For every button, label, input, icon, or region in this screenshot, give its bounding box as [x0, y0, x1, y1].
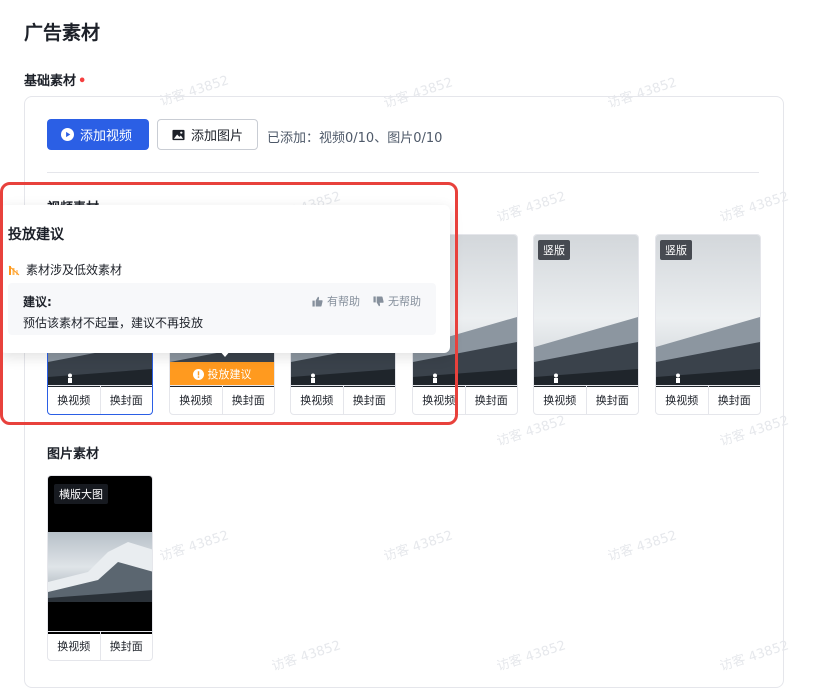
card-actions: 换视频 换封面 — [534, 385, 638, 414]
image-icon — [172, 129, 185, 140]
required-mark: • — [78, 74, 87, 89]
add-video-label: 添加视频 — [80, 129, 133, 144]
video-card[interactable]: 竖版 换视频 换封面 — [655, 234, 761, 415]
video-thumbnail: 竖版 — [534, 235, 638, 387]
image-card[interactable]: 横版大图 换视频 换封面 — [47, 475, 153, 661]
divider — [47, 172, 759, 173]
orientation-tag: 竖版 — [538, 240, 570, 260]
card-actions: 换视频 换封面 — [48, 631, 152, 660]
basic-section-title: 基础素材 • — [24, 70, 86, 89]
replace-cover-button[interactable]: 换封面 — [707, 386, 761, 414]
highlight-frame — [0, 182, 458, 425]
replace-video-button[interactable]: 换视频 — [48, 632, 100, 660]
basic-section-label: 基础素材 — [24, 74, 77, 89]
orientation-tag: 竖版 — [660, 240, 692, 260]
replace-cover-button[interactable]: 换封面 — [464, 386, 518, 414]
play-circle-icon — [61, 128, 74, 141]
page-title: 广告素材 — [24, 22, 101, 44]
replace-cover-button[interactable]: 换封面 — [585, 386, 639, 414]
image-type-tag: 横版大图 — [54, 484, 108, 504]
add-image-button[interactable]: 添加图片 — [157, 119, 258, 150]
video-thumbnail: 竖版 — [656, 235, 760, 387]
card-actions: 换视频 换封面 — [656, 385, 760, 414]
replace-video-button[interactable]: 换视频 — [656, 386, 708, 414]
add-image-label: 添加图片 — [191, 129, 244, 144]
person-icon — [676, 373, 680, 383]
replace-video-button[interactable]: 换视频 — [534, 386, 586, 414]
add-video-button[interactable]: 添加视频 — [47, 119, 149, 150]
replace-cover-button[interactable]: 换封面 — [99, 632, 153, 660]
person-icon — [554, 373, 558, 383]
video-card[interactable]: 竖版 换视频 换封面 — [533, 234, 639, 415]
added-count-text: 已添加：视频0/10、图片0/10 — [267, 131, 443, 146]
image-section-title: 图片素材 — [47, 447, 100, 462]
